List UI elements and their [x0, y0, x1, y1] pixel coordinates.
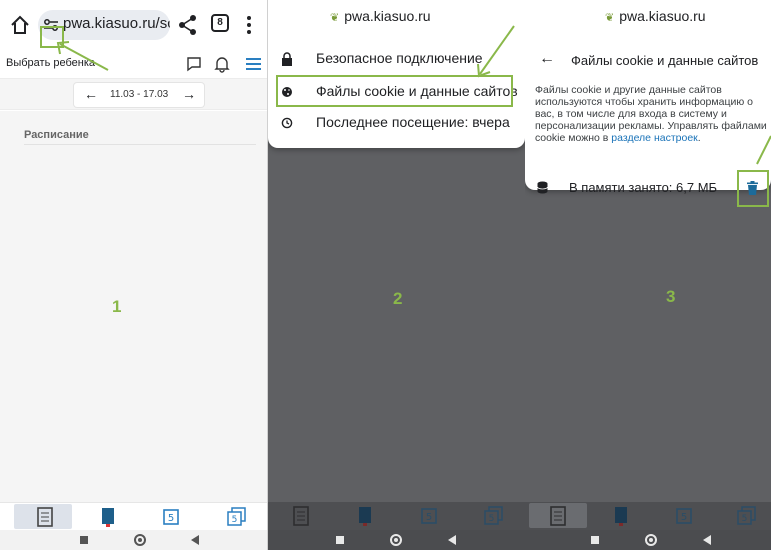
back-icon[interactable]	[191, 535, 199, 545]
url-text: pwa.kiasuo.ru/scl	[63, 15, 170, 32]
app-bottom-nav-dimmed: 5 5	[268, 502, 525, 530]
menu-label: Последнее посещение: вчера	[316, 114, 510, 130]
storage-used: В памяти занято: 6,7 МБ	[569, 180, 718, 195]
chat-icon[interactable]	[186, 56, 202, 72]
grades-list-icon: 5	[737, 506, 756, 525]
app-bottom-nav: 5 5	[0, 502, 267, 530]
more-vert-icon[interactable]	[246, 14, 252, 36]
database-icon	[537, 181, 548, 194]
home-icon[interactable]	[9, 14, 31, 36]
popup-host-text: pwa.kiasuo.ru	[344, 8, 431, 24]
book-icon[interactable]	[97, 506, 119, 528]
svg-text:5: 5	[489, 514, 495, 524]
recents-icon[interactable]	[80, 536, 88, 544]
highlight-trash	[737, 170, 769, 207]
schedule-title: Расписание	[24, 129, 89, 141]
schedule-content: Расписание 1	[0, 111, 267, 502]
step-number-2: 2	[393, 289, 403, 308]
annotation-arrow-icon	[56, 41, 109, 71]
lock-icon	[282, 52, 292, 66]
home-button-icon[interactable]	[645, 534, 657, 546]
description-end: .	[697, 132, 701, 144]
schedule-divider	[24, 144, 256, 145]
cookies-popup: ❦ pwa.kiasuo.ru ← Файлы cookie и данные с…	[525, 0, 771, 190]
diary-icon	[550, 506, 566, 526]
back-icon[interactable]	[703, 535, 711, 545]
system-nav-bar	[268, 530, 525, 550]
screen-3: 3 ❦ pwa.kiasuo.ru ← Файлы cookie и данные…	[525, 0, 771, 550]
popup-host: ❦ pwa.kiasuo.ru	[605, 8, 706, 24]
grade-5-icon: 5	[421, 508, 437, 524]
tabs-count-icon[interactable]: 8	[211, 14, 229, 32]
app-bottom-nav-dimmed: 5 5	[525, 502, 771, 530]
back-arrow-button[interactable]: ←	[539, 50, 555, 68]
week-box: ← 11.03 - 17.03 →	[74, 83, 204, 107]
system-nav-bar	[0, 530, 267, 550]
week-navigator: ← 11.03 - 17.03 →	[0, 78, 267, 110]
home-button-icon[interactable]	[390, 534, 402, 546]
menu-icon[interactable]	[246, 58, 261, 70]
popup-host: ❦ pwa.kiasuo.ru	[330, 8, 431, 24]
svg-text:5: 5	[168, 513, 174, 524]
recents-icon[interactable]	[591, 536, 599, 544]
diary-icon	[293, 506, 309, 526]
grade-5-icon: 5	[676, 508, 692, 524]
book-icon	[359, 507, 371, 526]
history-icon	[281, 117, 293, 129]
annotation-arrow-icon	[756, 135, 771, 165]
week-prev-button[interactable]: ←	[84, 86, 98, 102]
screen-2: 2 ❦ pwa.kiasuo.ru Безопасное подключение …	[268, 0, 525, 550]
svg-text:5: 5	[742, 514, 748, 524]
week-range: 11.03 - 17.03	[110, 89, 169, 100]
settings-link[interactable]: разделе настроек	[611, 132, 697, 144]
step-number-1: 1	[112, 297, 122, 316]
menu-last-visit[interactable]: Последнее посещение: вчера	[268, 109, 525, 137]
step-number-3: 3	[666, 287, 676, 306]
week-next-button[interactable]: →	[182, 86, 196, 102]
bell-icon[interactable]	[214, 55, 230, 73]
svg-text:5: 5	[681, 512, 687, 523]
svg-text:5: 5	[426, 512, 432, 523]
svg-text:5: 5	[232, 515, 238, 525]
share-icon[interactable]	[178, 14, 198, 36]
site-favicon-icon: ❦	[605, 12, 615, 24]
diary-icon[interactable]	[34, 506, 56, 528]
back-icon[interactable]	[448, 535, 456, 545]
site-header: Выбрать ребенка	[0, 50, 267, 78]
grades-list-icon: 5	[484, 506, 503, 525]
annotation-arrow-icon	[477, 25, 515, 78]
popup-host-text: pwa.kiasuo.ru	[619, 8, 706, 24]
grade-5-icon[interactable]: 5	[160, 506, 182, 528]
system-nav-bar	[525, 530, 771, 550]
book-icon	[615, 507, 627, 526]
menu-label: Безопасное подключение	[316, 50, 483, 66]
screen-1: pwa.kiasuo.ru/scl 8 Выбрать ребенка ← 11…	[0, 0, 267, 550]
site-favicon-icon: ❦	[330, 12, 340, 24]
grades-list-icon[interactable]: 5	[225, 506, 247, 528]
home-button-icon[interactable]	[134, 534, 146, 546]
cookies-description: Файлы cookie и другие данные сайтов испо…	[535, 84, 771, 144]
cookies-title: Файлы cookie и данные сайтов	[571, 53, 759, 68]
recents-icon[interactable]	[336, 536, 344, 544]
